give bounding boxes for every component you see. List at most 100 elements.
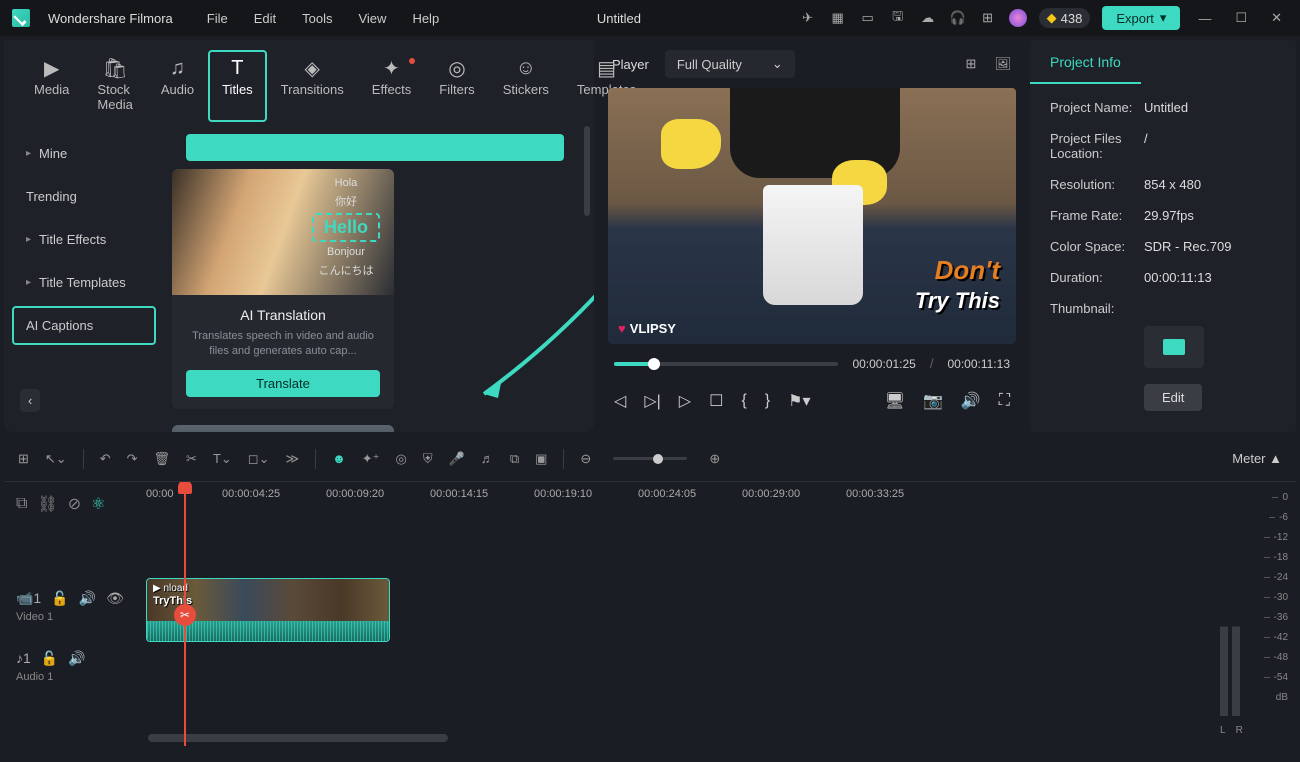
headphone-icon[interactable]: 🎧	[949, 9, 967, 27]
cut-tool[interactable]: ✂	[186, 451, 197, 467]
meter-toggle[interactable]: Meter ▲	[1232, 451, 1282, 466]
close-button[interactable]: ✕	[1265, 10, 1288, 26]
tab-filters[interactable]: ◎Filters	[425, 50, 488, 122]
image-icon[interactable]: 🖼	[994, 55, 1012, 73]
music-tool[interactable]: ♬	[481, 451, 494, 466]
text-tool[interactable]: T⌄	[213, 451, 232, 467]
fullscreen-button[interactable]: ⛶	[999, 392, 1010, 410]
sidebar-item-mine[interactable]: ▸Mine	[12, 134, 156, 173]
select-tool[interactable]: ⊞	[18, 451, 29, 467]
lock-icon[interactable]: 🔓	[51, 590, 68, 607]
tab-media[interactable]: ▶Media	[20, 50, 83, 122]
edit-project-button[interactable]: Edit	[1144, 384, 1202, 411]
step-back-button[interactable]: ▷|	[644, 391, 660, 411]
minimize-button[interactable]: —	[1192, 11, 1217, 26]
magnet-off-icon[interactable]: ⊘	[68, 494, 81, 514]
undo-button[interactable]: ↶	[100, 451, 111, 467]
layers-tool[interactable]: ⧉	[510, 451, 519, 467]
visibility-icon[interactable]: 👁	[106, 590, 124, 607]
timeline-tracks[interactable]: 00:00 00:00:04:25 00:00:09:20 00:00:14:1…	[144, 482, 1214, 746]
pointer-tool[interactable]: ↖⌄	[45, 451, 67, 467]
sidebar-item-title-templates[interactable]: ▸Title Templates	[12, 263, 156, 302]
template-card[interactable]: Your Text Here	[172, 425, 394, 432]
project-info-tab[interactable]: Project Info	[1030, 40, 1141, 84]
zoom-out-button[interactable]: ⊖	[580, 451, 591, 467]
screen-icon[interactable]: ▭	[859, 9, 877, 27]
delete-button[interactable]: 🗑	[154, 451, 171, 467]
mark-in-button[interactable]: {	[741, 392, 746, 410]
frame-tool[interactable]: ▣	[535, 451, 547, 467]
display-icon[interactable]: 🖥	[885, 391, 905, 411]
volume-button[interactable]: 🔊	[961, 391, 981, 411]
meter-tick: -30	[1274, 592, 1288, 603]
quality-dropdown[interactable]: Full Quality⌄	[665, 50, 795, 78]
avatar-icon[interactable]	[1009, 9, 1027, 27]
apps-icon[interactable]: ⊞	[979, 9, 997, 27]
crop-tool[interactable]: ◻⌄	[248, 451, 270, 467]
stop-button[interactable]: ☐	[709, 391, 723, 411]
meter-tick: -18	[1274, 552, 1288, 563]
playhead-handle[interactable]	[178, 482, 192, 494]
scrubber[interactable]	[614, 362, 838, 366]
scrollbar[interactable]	[584, 126, 590, 216]
tab-audio[interactable]: ♫Audio	[147, 50, 208, 122]
timeline-ruler[interactable]: 00:00 00:00:04:25 00:00:09:20 00:00:14:1…	[144, 482, 1214, 526]
magnet-icon[interactable]: ⚛	[91, 494, 105, 514]
stack-icon[interactable]: ⧉	[16, 495, 27, 513]
enhance-tool[interactable]: ✦⁺	[362, 451, 380, 467]
cloud-icon[interactable]: ☁	[919, 9, 937, 27]
menu-help[interactable]: Help	[412, 11, 439, 26]
grid-icon[interactable]: ⊞	[962, 55, 980, 73]
sidebar-item-title-effects[interactable]: ▸Title Effects	[12, 220, 156, 259]
tab-stickers[interactable]: ☺Stickers	[489, 50, 563, 122]
zoom-slider[interactable]	[613, 457, 687, 460]
prev-card-button[interactable]	[186, 134, 564, 161]
play-button[interactable]: ▷	[679, 391, 691, 411]
timeline-scrollbar[interactable]	[148, 734, 448, 742]
credits-badge[interactable]: ◆438	[1039, 8, 1091, 28]
more-tools[interactable]: ≫	[285, 451, 299, 467]
tab-effects[interactable]: ✦Effects	[358, 50, 426, 122]
redo-button[interactable]: ↷	[127, 451, 138, 467]
ai-tool[interactable]: ☻	[332, 451, 346, 466]
lock-icon[interactable]: 🔓	[41, 650, 58, 667]
snapshot-button[interactable]: 📷	[923, 391, 943, 411]
sidebar-item-ai-captions[interactable]: AI Captions	[12, 306, 156, 345]
thumbnail-preview[interactable]	[1144, 326, 1204, 368]
menu-file[interactable]: File	[207, 11, 228, 26]
menu-edit[interactable]: Edit	[254, 11, 276, 26]
playhead[interactable]: ✂	[184, 482, 186, 746]
layout-icon[interactable]: ▦	[829, 9, 847, 27]
mark-out-button[interactable]: }	[765, 392, 770, 410]
send-icon[interactable]: ✈	[799, 9, 817, 27]
mute-icon[interactable]: 🔊	[68, 650, 85, 667]
maximize-button[interactable]: ☐	[1229, 10, 1253, 26]
tab-titles[interactable]: TTitles	[208, 50, 267, 122]
link-icon[interactable]: ⛓	[37, 494, 57, 514]
video-preview[interactable]: Don't Try This ♥VLIPSY	[608, 88, 1016, 344]
ai-translation-card[interactable]: Hola 你好 Hello Bonjour こんにちは AI Translati…	[172, 169, 394, 409]
ruler-mark: 00:00:09:20	[326, 488, 384, 500]
translate-button[interactable]: Translate	[186, 370, 380, 397]
audio-track-icon: ♪1	[16, 650, 31, 666]
prev-frame-button[interactable]: ◁	[614, 391, 626, 411]
ruler-mark: 00:00:29:00	[742, 488, 800, 500]
cut-at-playhead-button[interactable]: ✂	[174, 604, 196, 626]
mic-tool[interactable]: 🎤	[449, 451, 465, 467]
mute-icon[interactable]: 🔊	[79, 590, 96, 607]
menu-view[interactable]: View	[358, 11, 386, 26]
card-hello: Hello	[312, 213, 380, 242]
marker-dropdown[interactable]: ⚑▾	[788, 391, 810, 411]
collapse-sidebar-button[interactable]: ‹	[20, 389, 40, 412]
zoom-in-button[interactable]: ⊕	[709, 451, 720, 467]
export-button[interactable]: Export▾	[1102, 6, 1180, 30]
record-tool[interactable]: ◎	[396, 451, 407, 467]
menu-tools[interactable]: Tools	[302, 11, 332, 26]
zoom-handle[interactable]	[653, 454, 663, 464]
shield-tool[interactable]: ⛨	[423, 451, 433, 467]
scrubber-handle[interactable]	[648, 358, 660, 370]
tab-transitions[interactable]: ◈Transitions	[267, 50, 358, 122]
save-icon[interactable]: 🖫	[889, 9, 907, 27]
sidebar-item-trending[interactable]: Trending	[12, 177, 156, 216]
tab-stock-media[interactable]: 🛍Stock Media	[83, 50, 146, 122]
